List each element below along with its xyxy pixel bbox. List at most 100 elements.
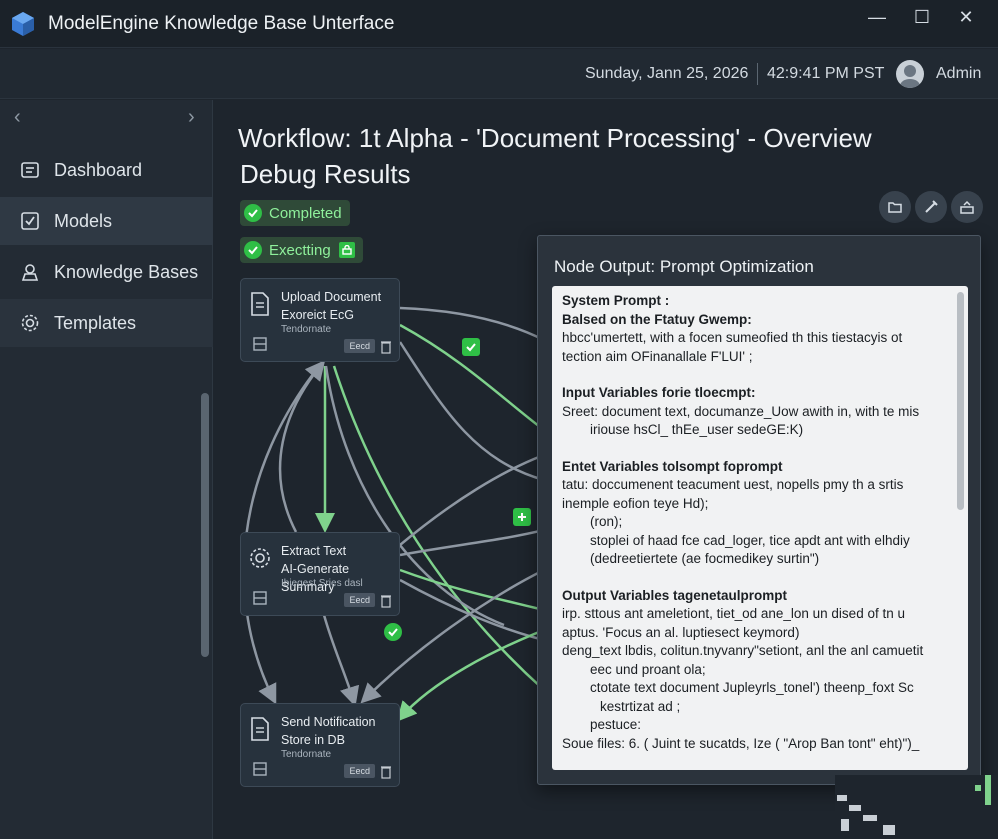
node-chip[interactable]: Eecd bbox=[344, 593, 375, 607]
output-variables-line: deng_text lbdis, colitun.tnyvanry"setion… bbox=[562, 643, 924, 658]
extra-variables-line: (ron); bbox=[590, 514, 623, 529]
node-subtitle: Tendornate bbox=[281, 324, 332, 335]
panel-output-text[interactable]: System Prompt : Balsed on the Ftatuy Gwe… bbox=[552, 286, 968, 770]
workflow-node-extract[interactable]: Extract Text AI-Generate Summary Ibiegest… bbox=[240, 532, 400, 616]
upload-button[interactable] bbox=[951, 191, 983, 223]
header-time: 42:9:41 PM PST bbox=[767, 65, 885, 82]
output-variables-line: eec und proant ola; bbox=[590, 661, 706, 677]
dashboard-icon bbox=[18, 158, 42, 182]
title-bar: ModelEngine Knowledge Base Unterface bbox=[0, 0, 998, 48]
edge-extract-right-4 bbox=[399, 453, 544, 546]
database-icon bbox=[253, 591, 267, 605]
extra-variables-line: (dedreetiertete (ae focmedikey surtin") bbox=[590, 551, 820, 566]
sidebar-forward-arrow-icon[interactable]: › bbox=[188, 106, 195, 129]
edge-check-icon bbox=[384, 623, 402, 641]
edge-extract-right-1 bbox=[399, 528, 544, 557]
folder-button[interactable] bbox=[879, 191, 911, 223]
avatar[interactable] bbox=[896, 60, 924, 88]
system-prompt-line: hbcc'umertett, with a focen sumeofied th… bbox=[562, 330, 903, 345]
panel-title: Node Output: Prompt Optimization bbox=[554, 257, 814, 276]
edge-upload-right-1 bbox=[399, 306, 544, 342]
database-icon bbox=[253, 762, 267, 776]
system-prompt-line: tection aim OFinanallale F'LUI' ; bbox=[562, 348, 753, 364]
node-title: Send Notification Store in DB bbox=[281, 715, 376, 747]
page-title: Workflow: 1t Alpha - 'Document Processin… bbox=[238, 123, 872, 153]
sidebar-scrollbar[interactable] bbox=[201, 393, 209, 657]
sidebar-item-models[interactable]: Models bbox=[0, 197, 213, 245]
decorative-circuit-pattern bbox=[835, 775, 998, 839]
output-variables-line: aptus. 'Focus an al. luptiesect keymord) bbox=[562, 624, 800, 640]
status-completed-label: Completed bbox=[269, 204, 342, 222]
check-circle-icon bbox=[244, 241, 262, 259]
header-date: Sunday, Jann 25, 2026 bbox=[585, 65, 749, 82]
sidebar-item-label: Knowledge Bases bbox=[54, 261, 199, 282]
system-prompt-heading: System Prompt : bbox=[562, 293, 670, 308]
sidebar-item-knowledge-bases[interactable]: Knowledge Bases bbox=[0, 248, 213, 296]
trash-icon[interactable] bbox=[381, 340, 391, 354]
output-variables-line: pestuce: bbox=[590, 717, 642, 732]
sidebar-item-label: Dashboard bbox=[54, 159, 143, 180]
extra-variables-line: stoplei of haad fce cad_loger, tice apdt… bbox=[590, 532, 910, 548]
sidebar-item-dashboard[interactable]: Dashboard bbox=[0, 146, 213, 194]
edit-button[interactable] bbox=[915, 191, 947, 223]
gear-icon bbox=[250, 548, 270, 568]
sidebar-item-label: Templates bbox=[54, 312, 137, 333]
system-prompt-line: Balsed on the Ftatuy Gwemp: bbox=[562, 311, 752, 327]
sidebar-item-templates[interactable]: Templates bbox=[0, 299, 213, 347]
document-icon bbox=[251, 717, 269, 741]
workflow-node-notification[interactable]: Send Notification Store in DB Tendornate … bbox=[240, 703, 400, 787]
edge-extract-notify bbox=[322, 614, 360, 707]
folder-icon bbox=[888, 202, 902, 213]
user-avatar-icon bbox=[900, 65, 920, 88]
extra-variables-line: tatu: doccumenent teacument uest, nopell… bbox=[562, 477, 904, 492]
output-variables-line: kestrtizat ad ; bbox=[600, 698, 681, 714]
gear-icon bbox=[18, 311, 42, 335]
app-title: ModelEngine Knowledge Base Unterface bbox=[48, 12, 395, 34]
extra-variables-line: inemple eofion teye Hd); bbox=[562, 495, 709, 511]
output-variables-line: ctotate text document Jupleyrls_tonel') … bbox=[590, 680, 914, 695]
workflow-node-upload[interactable]: Upload Document Exoreict EcG Tendornate E… bbox=[240, 278, 400, 362]
pen-icon bbox=[925, 200, 938, 213]
close-button[interactable]: ✕ bbox=[944, 0, 988, 34]
edge-upload-right-4 bbox=[332, 365, 544, 691]
checkbox-icon bbox=[18, 209, 42, 233]
edge-extract-right-2 bbox=[399, 568, 544, 612]
node-chip[interactable]: Eecd bbox=[344, 764, 375, 778]
output-variables-line: irp. sttous ant ameletiont, tiet_od ane_… bbox=[562, 606, 905, 621]
header-divider bbox=[757, 63, 758, 85]
page-subtitle: Debug Results bbox=[240, 159, 411, 189]
node-chip[interactable]: Eecd bbox=[344, 339, 375, 353]
check-circle-icon bbox=[244, 204, 262, 222]
edge-plus-icon bbox=[513, 508, 531, 526]
input-variables-line: Sreet: document text, documanze_Uow awit… bbox=[562, 403, 920, 419]
input-variables-line: iriouse hsCl_ thEe_user sedeGE:K) bbox=[590, 422, 804, 437]
status-badge-completed: Completed bbox=[240, 200, 350, 226]
database-icon bbox=[253, 337, 267, 351]
sidebar-item-label: Models bbox=[54, 210, 113, 231]
upload-icon bbox=[960, 200, 974, 214]
person-icon bbox=[18, 260, 42, 284]
node-title: Upload Document Exoreict EcG bbox=[281, 290, 382, 322]
edge-check-icon bbox=[462, 338, 480, 356]
workflow-graph: Upload Document Exoreict EcG Tendornate E… bbox=[214, 270, 544, 839]
input-variables-heading: Input Variables forie tloecmpt: bbox=[562, 385, 756, 400]
sidebar: ‹ › Dashboard Models Knowledge Bases Tem… bbox=[0, 100, 213, 839]
trash-icon[interactable] bbox=[381, 594, 391, 608]
panel-scrollbar[interactable] bbox=[957, 292, 964, 510]
node-output-panel: Node Output: Prompt Optimization System … bbox=[537, 235, 981, 785]
extra-variables-heading: Entet Variables tolsompt foprompt bbox=[562, 458, 783, 474]
status-executing-label: Exectting bbox=[269, 241, 331, 259]
edge-upload-right-3 bbox=[398, 341, 544, 482]
minimize-button[interactable]: — bbox=[855, 0, 899, 34]
header-username[interactable]: Admin bbox=[936, 65, 981, 83]
status-badge-executing: Exectting bbox=[240, 237, 363, 263]
sidebar-back-arrow-icon[interactable]: ‹ bbox=[14, 106, 21, 129]
top-header: Sunday, Jann 25, 2026 42:9:41 PM PST Adm… bbox=[0, 49, 998, 99]
output-variables-line: Soue files: 6. ( Juint te sucatds, Ize (… bbox=[562, 735, 920, 751]
node-subtitle: Ibiegest Sries dasl bbox=[281, 578, 363, 589]
node-subtitle: Tendornate bbox=[281, 749, 332, 760]
trash-icon[interactable] bbox=[381, 765, 391, 779]
output-variables-heading: Output Variables tagenetaulprompt bbox=[562, 587, 788, 603]
maximize-button[interactable]: ☐ bbox=[900, 0, 944, 34]
edge-upload-notify bbox=[242, 359, 325, 705]
